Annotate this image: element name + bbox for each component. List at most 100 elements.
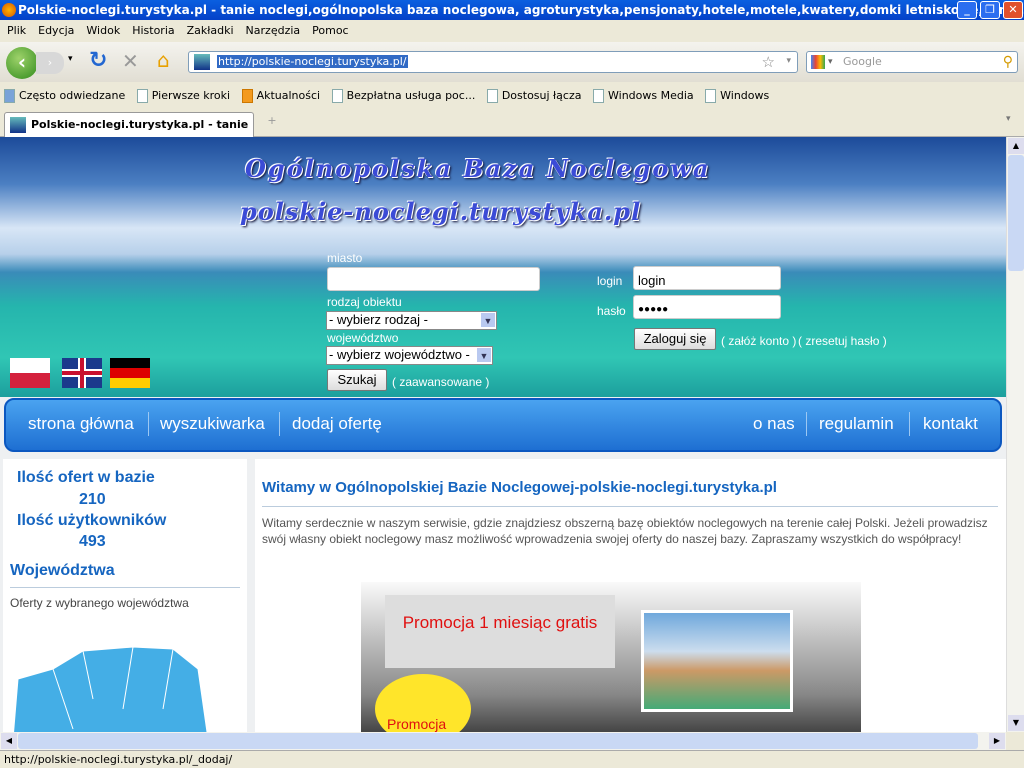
- scroll-left-button[interactable]: ◀: [1, 733, 17, 749]
- flag-en-icon[interactable]: [62, 358, 102, 388]
- tab-active[interactable]: Polskie-noclegi.turystyka.pl - tanie n..…: [4, 112, 254, 154]
- menu-edycja[interactable]: Edycja: [38, 24, 74, 37]
- bookmark-item[interactable]: Dostosuj łącza: [486, 89, 582, 103]
- hscroll-thumb[interactable]: [18, 733, 978, 749]
- bookmark-item[interactable]: Windows Media: [593, 89, 694, 103]
- login-input[interactable]: login: [633, 266, 781, 290]
- bookmark-item[interactable]: Często odwiedzane: [4, 89, 125, 103]
- region-select[interactable]: - wybierz województwo - ▼: [326, 346, 493, 365]
- window-title: Polskie-noclegi.turystyka.pl - tanie noc…: [18, 3, 1024, 17]
- region-label: województwo: [327, 331, 399, 345]
- bookmark-item[interactable]: Pierwsze kroki: [136, 89, 230, 103]
- menu-bar: Plik Edycja Widok Historia Zakładki Narzędzia…: [0, 20, 1024, 42]
- banner: Ogólnopolska Baza Noclegowa polskie-nocl…: [0, 137, 1006, 397]
- tab-list-button[interactable]: ▾: [1006, 114, 1022, 134]
- bookmark-item[interactable]: Windows: [705, 89, 769, 103]
- reload-icon[interactable]: ↻: [89, 48, 107, 73]
- search-placeholder: Google: [843, 55, 882, 68]
- welcome-text: Witamy serdecznie w naszym serwisie, gdz…: [262, 516, 988, 546]
- firefox-icon: [2, 3, 16, 17]
- minimize-button[interactable]: _: [957, 1, 977, 19]
- bookmark-icon: [4, 89, 15, 103]
- users-label: Ilość użytkowników: [17, 512, 167, 529]
- title-bar: Polskie-noclegi.turystyka.pl - tanie noc…: [0, 0, 1024, 20]
- tab-bar: Polskie-noclegi.turystyka.pl - tanie n..…: [0, 110, 1024, 154]
- rss-icon: [241, 89, 253, 103]
- welcome-heading: Witamy w Ogólnopolskiej Bazie Noclegowej…: [262, 479, 777, 496]
- type-label: rodzaj obiektu: [327, 295, 402, 309]
- flag-de-icon[interactable]: [110, 358, 150, 388]
- new-tab-button[interactable]: +: [262, 114, 282, 134]
- promo-title: Promocja 1 miesiąc gratis: [385, 595, 615, 668]
- back-button[interactable]: ‹: [6, 47, 38, 79]
- menu-plik[interactable]: Plik: [7, 24, 26, 37]
- site-favicon: [194, 54, 210, 70]
- nav-add-offer[interactable]: dodaj ofertę: [292, 414, 382, 434]
- menu-zakladki[interactable]: Zakładki: [187, 24, 234, 37]
- promo-badge: Promocja: [375, 674, 471, 732]
- register-link[interactable]: ( załóż konto ): [721, 334, 796, 348]
- bookmark-star-icon[interactable]: ☆: [762, 53, 775, 71]
- menu-historia[interactable]: Historia: [132, 24, 174, 37]
- menu-narzedzia[interactable]: Narzędzia: [246, 24, 301, 37]
- horizontal-scrollbar[interactable]: ◀ ▶: [0, 732, 1006, 750]
- city-input[interactable]: [327, 267, 540, 291]
- type-select[interactable]: - wybierz rodzaj - ▼: [326, 311, 497, 330]
- banner-title: Ogólnopolska Baza Noclegowa: [245, 154, 711, 183]
- scroll-down-button[interactable]: ▼: [1008, 715, 1024, 731]
- regions-text: Oferty z wybranego województwa: [10, 596, 189, 610]
- search-button[interactable]: Szukaj: [327, 369, 387, 391]
- bookmark-item[interactable]: Aktualności: [241, 89, 320, 103]
- chevron-down-icon: ▼: [477, 348, 491, 362]
- page-icon: [705, 89, 717, 103]
- chevron-down-icon: ▼: [481, 313, 495, 327]
- search-input[interactable]: ▾ Google ⚲: [806, 51, 1018, 73]
- login-button[interactable]: Zaloguj się: [634, 328, 716, 350]
- history-dropdown-icon[interactable]: ▾: [68, 54, 73, 64]
- page-icon: [331, 89, 343, 103]
- city-label: miasto: [327, 251, 363, 265]
- reset-password-link[interactable]: ( zresetuj hasło ): [798, 334, 887, 348]
- maximize-button[interactable]: ❐: [980, 1, 1000, 19]
- home-icon[interactable]: ⌂: [157, 48, 170, 72]
- scroll-up-button[interactable]: ▲: [1008, 138, 1024, 154]
- password-input[interactable]: ●●●●●: [633, 295, 781, 319]
- page-icon: [593, 89, 604, 103]
- banner-subtitle: polskie-noclegi.turystyka.pl: [240, 197, 642, 226]
- flag-pl-icon[interactable]: [10, 358, 50, 388]
- url-text[interactable]: http://polskie-noclegi.turystyka.pl/: [217, 55, 408, 68]
- login-label: login: [597, 274, 623, 288]
- url-dropdown-icon[interactable]: ▾: [786, 56, 791, 66]
- forward-button[interactable]: ›: [36, 52, 64, 74]
- nav-terms[interactable]: regulamin: [819, 414, 894, 434]
- promo-photo: [641, 610, 793, 712]
- scroll-right-button[interactable]: ▶: [989, 733, 1005, 749]
- users-count: 493: [79, 533, 106, 550]
- vertical-scrollbar[interactable]: ▲ ▼: [1006, 137, 1024, 732]
- scroll-thumb[interactable]: [1008, 155, 1024, 271]
- google-icon[interactable]: [811, 55, 825, 69]
- stop-icon[interactable]: ✕: [122, 49, 139, 73]
- engine-dropdown-icon[interactable]: ▾: [828, 52, 833, 72]
- main-navigation: strona główna wyszukiwarka dodaj ofertę …: [4, 398, 1002, 452]
- nav-home[interactable]: strona główna: [28, 414, 134, 434]
- menu-pomoc[interactable]: Pomoc: [312, 24, 348, 37]
- promo-banner[interactable]: Promocja 1 miesiąc gratis Promocja: [361, 582, 861, 732]
- poland-map[interactable]: [13, 639, 213, 732]
- password-label: hasło: [597, 304, 626, 318]
- bookmark-item[interactable]: Bezpłatna usługa poc...: [331, 89, 475, 103]
- bookmarks-toolbar: Często odwiedzane Pierwsze kroki Aktualn…: [0, 84, 1024, 108]
- nav-search[interactable]: wyszukiwarka: [160, 414, 265, 434]
- menu-widok[interactable]: Widok: [86, 24, 120, 37]
- main-content: Witamy w Ogólnopolskiej Bazie Noclegowej…: [255, 459, 1006, 732]
- nav-contact[interactable]: kontakt: [923, 414, 978, 434]
- page-icon: [136, 89, 148, 103]
- offers-label: Ilość ofert w bazie: [17, 469, 155, 486]
- address-bar[interactable]: http://polskie-noclegi.turystyka.pl/ ☆ ▾: [188, 51, 798, 73]
- close-button[interactable]: ✕: [1003, 1, 1023, 19]
- nav-about[interactable]: o nas: [753, 414, 795, 434]
- status-bar: http://polskie-noclegi.turystyka.pl/_dod…: [0, 750, 1024, 768]
- site-favicon: [10, 117, 26, 133]
- search-icon[interactable]: ⚲: [1003, 52, 1013, 72]
- advanced-search-link[interactable]: ( zaawansowane ): [392, 375, 489, 389]
